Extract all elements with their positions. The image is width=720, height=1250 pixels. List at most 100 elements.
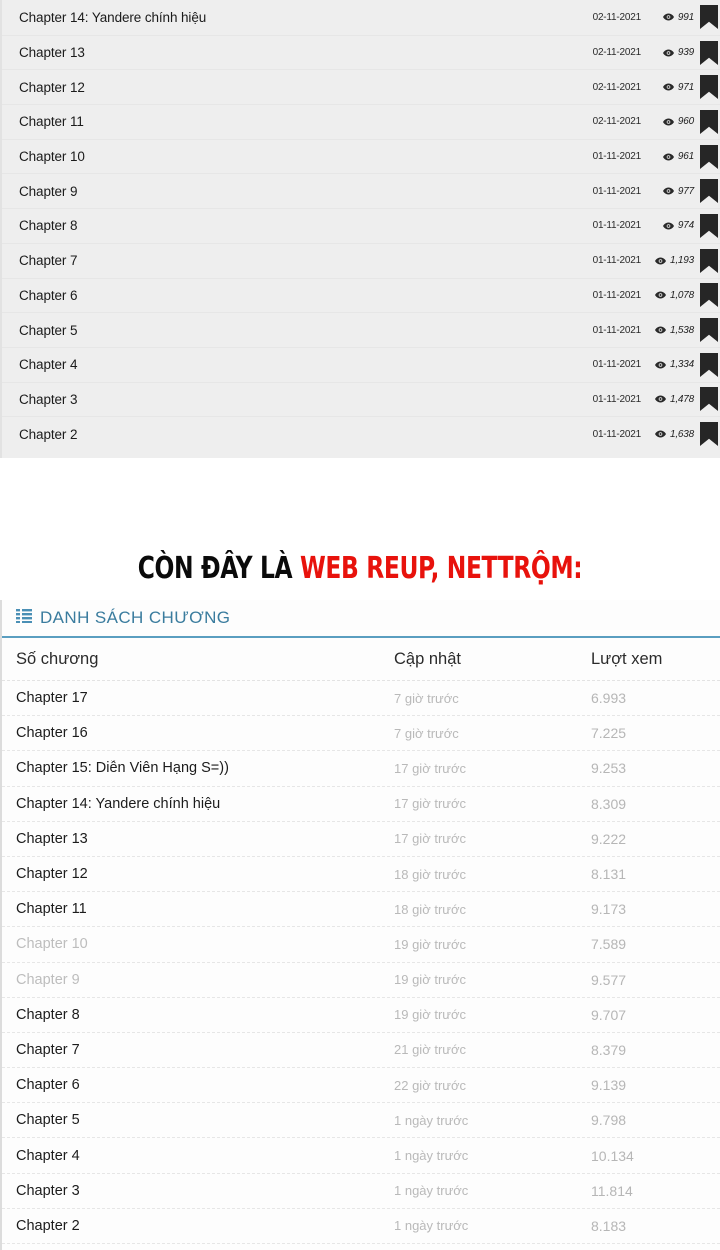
bookmark-icon[interactable] (700, 283, 718, 308)
chapter-updated: 7 giờ trước (394, 690, 459, 706)
eye-icon (654, 430, 666, 438)
chapter-view-count: 9.222 (591, 830, 627, 847)
bookmark-icon[interactable] (700, 179, 718, 204)
chapter-view-count: 991 (677, 11, 694, 23)
bookmark-icon[interactable] (700, 144, 718, 169)
reup-warning-banner: CÒN ĐÂY LÀ WEB REUP, NETTRỘM: (79, 552, 641, 586)
chapter-title[interactable]: Chapter 5 (19, 323, 593, 338)
chapter-updated: 18 giờ trước (394, 901, 466, 917)
table-row[interactable]: Chapter 15: Diễn Viên Hạng S=)) 17 giờ tr… (2, 751, 720, 787)
chapter-title[interactable]: Chapter 7 (19, 253, 593, 268)
eye-icon (662, 222, 674, 230)
chapter-date: 01-11-2021 (592, 185, 642, 197)
chapter-title[interactable]: Chapter 9 (19, 184, 593, 199)
chapter-title[interactable]: Chapter 14: Yandere chính hiệu (19, 10, 593, 25)
bookmark-icon[interactable] (700, 75, 718, 100)
bookmark-icon[interactable] (700, 213, 718, 238)
table-row[interactable]: Chapter 41 ngày trước 10.134 (2, 1138, 720, 1174)
table-row[interactable]: Chapter 11 18 giờ trước 9.173 (2, 892, 720, 928)
table-row[interactable]: Chapter 8 19 giờ trước 9.707 (2, 998, 720, 1033)
chapter-view-count: 7.225 (591, 725, 627, 742)
eye-icon (654, 395, 666, 403)
chapter-list-grey-panel: Chapter 14: Yandere chính hiệu 02-11-2021… (0, 0, 720, 458)
chapter-views: 961 (648, 151, 694, 162)
bookmark-icon[interactable] (700, 109, 718, 134)
bookmark-icon[interactable] (700, 387, 718, 412)
eye-icon (654, 361, 666, 369)
chapter-title[interactable]: Chapter 4 (16, 1148, 394, 1164)
chapter-updated: 1 ngày trước (394, 1148, 469, 1164)
chapter-title[interactable]: Chapter 2 (19, 427, 593, 442)
table-row[interactable]: Chapter 10 19 giờ trước 7.589 (2, 927, 720, 963)
table-row[interactable]: Chapter 31 ngày trước 11.814 (2, 1174, 720, 1209)
chapter-date: 02-11-2021 (592, 47, 642, 59)
chapter-updated: 19 giờ trước (394, 1007, 466, 1023)
table-row[interactable]: Chapter 12 18 giờ trước 8.131 (2, 857, 720, 893)
chapter-title[interactable]: Chapter 4 (19, 357, 593, 372)
chapter-row[interactable]: Chapter 2 01-11-2021 1,638 (2, 416, 720, 451)
chapter-view-count: 9.139 (591, 1077, 627, 1094)
chapter-table-body: Chapter 17 7 giờ trước 6.993 Chapter 16 7 gi… (2, 681, 720, 1244)
table-row[interactable]: Chapter 7 21 giờ trước 8.379 (2, 1033, 720, 1069)
chapter-row[interactable]: Chapter 6 01-11-2021 1,078 (2, 277, 720, 313)
chapter-view-count: 11.814 (591, 1182, 633, 1199)
chapter-title[interactable]: Chapter 14: Yandere chính hiệu (16, 796, 394, 812)
chapter-row[interactable]: Chapter 4 01-11-2021 1,334 (2, 346, 720, 382)
chapter-title[interactable]: Chapter 5 (16, 1112, 394, 1128)
chapter-title[interactable]: Chapter 2 (16, 1218, 394, 1234)
chapter-row[interactable]: Chapter 13 02-11-2021 939 (2, 34, 720, 70)
chapter-row[interactable]: Chapter 3 01-11-2021 1,478 (2, 381, 720, 417)
chapter-title[interactable]: Chapter 17 (16, 690, 394, 706)
chapter-view-count: 1,193 (669, 255, 694, 267)
chapter-list-panel: DANH SÁCH CHƯƠNG Số chương Cập nhật Lượt… (0, 600, 720, 1250)
chapter-row[interactable]: Chapter 8 01-11-2021 974 (2, 208, 720, 243)
chapter-title[interactable]: Chapter 8 (16, 1007, 394, 1023)
table-row[interactable]: Chapter 16 7 giờ trước 7.225 (2, 716, 720, 752)
chapter-title[interactable]: Chapter 11 (16, 901, 394, 917)
chapter-row[interactable]: Chapter 12 02-11-2021 971 (2, 69, 720, 105)
chapter-row[interactable]: Chapter 9 01-11-2021 977 (2, 173, 720, 209)
table-row[interactable]: Chapter 51 ngày trước 9.798 (2, 1103, 720, 1139)
table-row[interactable]: Chapter 13 17 giờ trước 9.222 (2, 822, 720, 857)
chapter-updated: 17 giờ trước (394, 760, 466, 776)
chapter-title[interactable]: Chapter 10 (16, 936, 394, 952)
bookmark-icon[interactable] (700, 248, 718, 273)
bookmark-icon[interactable] (700, 318, 718, 343)
chapter-title[interactable]: Chapter 6 (19, 288, 593, 303)
chapter-row[interactable]: Chapter 10 01-11-2021 961 (2, 138, 720, 174)
chapter-date: 02-11-2021 (592, 11, 642, 23)
chapter-title[interactable]: Chapter 13 (19, 45, 593, 60)
chapter-view-count: 960 (677, 116, 694, 128)
chapter-title[interactable]: Chapter 6 (16, 1077, 394, 1093)
chapter-row[interactable]: Chapter 14: Yandere chính hiệu 02-11-2021… (2, 0, 720, 35)
chapter-title[interactable]: Chapter 15: Diễn Viên Hạng S=)) (16, 760, 394, 776)
table-row[interactable]: Chapter 14: Yandere chính hiệu 17 giờ trư… (2, 787, 720, 822)
chapter-row[interactable]: Chapter 7 01-11-2021 1,193 (2, 242, 720, 278)
chapter-title[interactable]: Chapter 10 (19, 149, 593, 164)
chapter-views: 1,078 (648, 290, 694, 301)
chapter-list-header: DANH SÁCH CHƯƠNG (2, 600, 720, 638)
chapter-title[interactable]: Chapter 12 (19, 80, 593, 95)
chapter-row[interactable]: Chapter 5 01-11-2021 1,538 (2, 312, 720, 347)
chapter-title[interactable]: Chapter 13 (16, 831, 394, 847)
page-root: Chapter 14: Yandere chính hiệu 02-11-2021… (0, 0, 720, 1250)
bookmark-icon[interactable] (700, 422, 718, 447)
chapter-title[interactable]: Chapter 9 (16, 972, 394, 988)
chapter-title[interactable]: Chapter 11 (19, 114, 593, 129)
bookmark-icon[interactable] (700, 352, 718, 377)
table-row[interactable]: Chapter 6 22 giờ trước 9.139 (2, 1068, 720, 1104)
chapter-meta: 02-11-2021 991 (593, 12, 700, 23)
chapter-title[interactable]: Chapter 16 (16, 725, 394, 741)
chapter-title[interactable]: Chapter 3 (16, 1183, 394, 1199)
chapter-row[interactable]: Chapter 11 02-11-2021 960 (2, 104, 720, 139)
chapter-title[interactable]: Chapter 12 (16, 866, 394, 882)
bookmark-icon[interactable] (700, 40, 718, 65)
chapter-title[interactable]: Chapter 8 (19, 218, 593, 233)
chapter-title[interactable]: Chapter 3 (19, 392, 593, 407)
table-row[interactable]: Chapter 21 ngày trước 8.183 (2, 1209, 720, 1244)
chapter-title[interactable]: Chapter 7 (16, 1042, 394, 1058)
chapter-view-count: 939 (677, 47, 694, 59)
table-row[interactable]: Chapter 9 19 giờ trước 9.577 (2, 963, 720, 998)
bookmark-icon[interactable] (700, 5, 718, 30)
table-row[interactable]: Chapter 17 7 giờ trước 6.993 (2, 681, 720, 717)
